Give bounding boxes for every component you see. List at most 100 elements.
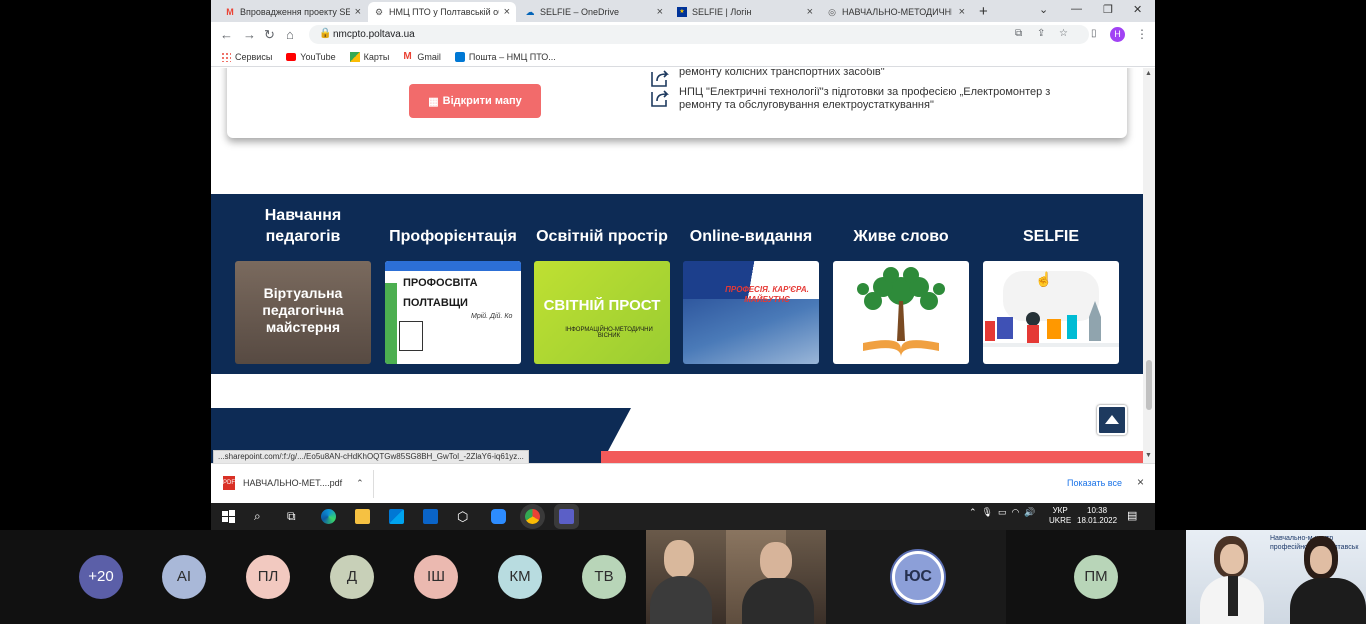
- reload-icon[interactable]: ↻: [264, 27, 275, 43]
- open-map-button[interactable]: ▦ Відкрити мапу: [409, 84, 541, 118]
- section-teacher-training[interactable]: Навчання педагогів Віртуальна педагогічн…: [235, 194, 371, 364]
- notifications-icon[interactable]: ▤: [1127, 509, 1137, 522]
- close-tab-icon[interactable]: ×: [355, 6, 361, 18]
- bookmark-mail-nmc[interactable]: Пошта – НМЦ ПТО...: [454, 51, 556, 62]
- restore-icon[interactable]: ❐: [1103, 3, 1113, 16]
- section-title: Освітній простір: [536, 228, 668, 245]
- lock-icon[interactable]: 🔒: [319, 28, 331, 39]
- bookmark-gmail[interactable]: M Gmail: [403, 51, 441, 62]
- menu-dots-icon[interactable]: ⋮: [1136, 27, 1148, 41]
- course-text: ремонту колісних транспортних засобів": [679, 68, 885, 78]
- participant-avatar[interactable]: ПМ: [1074, 555, 1118, 599]
- clock-time: 10:38: [1087, 506, 1108, 515]
- bookmark-label: Карты: [363, 51, 390, 62]
- bookmark-services[interactable]: Сервисы: [221, 51, 272, 62]
- meeting-participants-strip: +20 AI ПЛ Д ІШ КМ ТВ ЮС ПМ Навчально-м ц…: [0, 530, 1366, 624]
- thumb-online-vydannia[interactable]: ПРОФЕСІЯ. КАР'ЄРА. МАЙБУТНЄ: [683, 261, 819, 364]
- participant-video-tile[interactable]: [646, 530, 826, 624]
- close-tab-icon[interactable]: ×: [807, 6, 813, 18]
- close-window-icon[interactable]: ✕: [1133, 3, 1142, 16]
- zoom-icon[interactable]: [491, 509, 506, 524]
- share-icon[interactable]: ⇪: [1037, 28, 1045, 39]
- sidebar-icon[interactable]: ▯: [1091, 28, 1097, 39]
- translate-icon[interactable]: ⧉: [1015, 28, 1022, 39]
- section-educational-space[interactable]: Освітній простір СВІТНІЙ ПРОСТ ІНФОРМАЦІ…: [534, 194, 670, 364]
- section-zhyve-slovo[interactable]: Живе слово: [833, 194, 969, 364]
- participant-avatar[interactable]: ПЛ: [246, 555, 290, 599]
- download-item[interactable]: PDF НАВЧАЛЬНО-МЕТ....pdf ⌃: [223, 476, 364, 490]
- bookmarks-bar: Сервисы YouTube Карты M Gmail Пошта – НМ…: [211, 47, 1155, 67]
- onedrive-icon: ☁: [525, 7, 535, 17]
- active-speaker-tile[interactable]: ЮС: [826, 530, 1006, 624]
- participant-video-tile-2[interactable]: Навчально-м центр професійно-те у Полтав…: [1186, 530, 1366, 624]
- section-title: Online-видання: [689, 228, 813, 245]
- participant-avatar[interactable]: AI: [162, 555, 206, 599]
- scroll-up-icon[interactable]: ▲: [1145, 70, 1152, 77]
- store-icon[interactable]: [389, 509, 404, 524]
- section-selfie[interactable]: SELFIE ☝: [983, 194, 1119, 364]
- section-online-editions[interactable]: Online-видання ПРОФЕСІЯ. КАР'ЄРА. МАЙБУТ…: [683, 194, 819, 364]
- language-indicator[interactable]: УКР UKRE: [1049, 506, 1071, 526]
- taskbar-clock[interactable]: 10:38 18.01.2022: [1077, 506, 1117, 526]
- edge-icon[interactable]: [321, 509, 336, 524]
- course-link-electric[interactable]: НПЦ "Електричні технології"з підготовки …: [651, 86, 1050, 112]
- scrollbar-thumb[interactable]: [1146, 360, 1152, 410]
- system-tray-icons[interactable]: ⌃ 🎙 ▭ ◠ 🔊: [969, 507, 1036, 518]
- teams-icon[interactable]: [559, 509, 574, 524]
- windows-start-icon[interactable]: [221, 509, 236, 524]
- close-downloads-icon[interactable]: ×: [1137, 475, 1144, 489]
- address-bar[interactable]: 🔒 nmcpto.poltava.ua ⧉ ⇪ ☆: [309, 25, 1089, 44]
- thumb-osvitnii-prostir[interactable]: СВІТНІЙ ПРОСТ ІНФОРМАЦІЙНО-МЕТОДИЧНИ ВІС…: [534, 261, 670, 364]
- tab-search-icon[interactable]: ⌄: [1039, 3, 1048, 16]
- thumb-virtual-workshop[interactable]: Віртуальна педагогічна майстерня: [235, 261, 371, 364]
- participant-avatar[interactable]: ТВ: [582, 555, 626, 599]
- thumb-zhyve-slovo[interactable]: [833, 261, 969, 364]
- participant-overflow-avatar[interactable]: +20: [79, 555, 123, 599]
- thumb-profosvita[interactable]: ПРОФОСВІТА ПОЛТАВЩИ Мрій. Дій. Ко: [385, 261, 521, 364]
- course-link-vehicles[interactable]: ремонту колісних транспортних засобів": [651, 68, 885, 87]
- scroll-down-icon[interactable]: ▼: [1145, 452, 1152, 459]
- chrome-icon[interactable]: [525, 509, 540, 524]
- new-tab-button[interactable]: +: [979, 3, 988, 20]
- bookmark-star-icon[interactable]: ☆: [1059, 28, 1068, 39]
- map-card: ▦ Відкрити мапу ремонту колісних транспо…: [227, 68, 1127, 138]
- eu-flag-icon: ★: [677, 7, 687, 17]
- participant-avatar[interactable]: Д: [330, 555, 374, 599]
- close-tab-icon[interactable]: ×: [959, 6, 965, 18]
- tab-selfie-login[interactable]: ★ SELFIE | Логін ×: [671, 2, 819, 22]
- tab-navchalno-metodychnyi[interactable]: ◎ НАВЧАЛЬНО-МЕТОДИЧНИЙ ×: [821, 2, 971, 22]
- tab-label: Впровадження проекту SELFIE: [240, 7, 350, 17]
- arrow-up-icon: [1105, 415, 1119, 424]
- chevron-up-icon[interactable]: ⌃: [356, 478, 364, 489]
- address-url[interactable]: nmcpto.poltava.ua: [333, 29, 415, 40]
- clock-date: 18.01.2022: [1077, 516, 1118, 525]
- profile-avatar[interactable]: H: [1110, 27, 1125, 42]
- minimize-icon[interactable]: —: [1071, 3, 1082, 15]
- close-tab-icon[interactable]: ×: [504, 6, 510, 18]
- home-icon[interactable]: ⌂: [286, 27, 294, 42]
- task-view-icon[interactable]: ⧉: [287, 509, 302, 524]
- file-explorer-icon[interactable]: [355, 509, 370, 524]
- tab-nmc-pto[interactable]: ⚙ НМЦ ПТО у Полтавській об ×: [368, 2, 516, 22]
- close-tab-icon[interactable]: ×: [657, 6, 663, 18]
- tab-selfie-project[interactable]: M Впровадження проекту SELFIE ×: [219, 2, 367, 22]
- tab-selfie-onedrive[interactable]: ☁ SELFIE – OneDrive ×: [519, 2, 669, 22]
- page-scrollbar[interactable]: ▲ ▼: [1143, 68, 1155, 463]
- scroll-to-top-button[interactable]: [1097, 405, 1127, 435]
- bookmark-youtube[interactable]: YouTube: [286, 51, 336, 62]
- share-arrow-icon: [651, 70, 669, 87]
- active-speaker-avatar: ЮС: [892, 551, 944, 603]
- section-career-guidance[interactable]: Профорієнтація ПРОФОСВІТА ПОЛТАВЩИ Мрій.…: [385, 194, 521, 364]
- search-icon[interactable]: ⌕: [254, 509, 269, 524]
- show-all-downloads-link[interactable]: Показать все: [1067, 478, 1122, 488]
- tab-label: SELFIE | Логін: [692, 7, 752, 17]
- mail-icon[interactable]: [423, 509, 438, 524]
- bookmark-maps[interactable]: Карты: [349, 51, 390, 62]
- back-icon[interactable]: ←: [220, 27, 233, 42]
- cube-app-icon[interactable]: ⬡: [457, 509, 472, 524]
- forward-icon[interactable]: →: [243, 27, 256, 42]
- participant-avatar[interactable]: КМ: [498, 555, 542, 599]
- thumb-selfie[interactable]: ☝: [983, 261, 1119, 364]
- bookmark-label: YouTube: [300, 51, 336, 62]
- participant-avatar[interactable]: ІШ: [414, 555, 458, 599]
